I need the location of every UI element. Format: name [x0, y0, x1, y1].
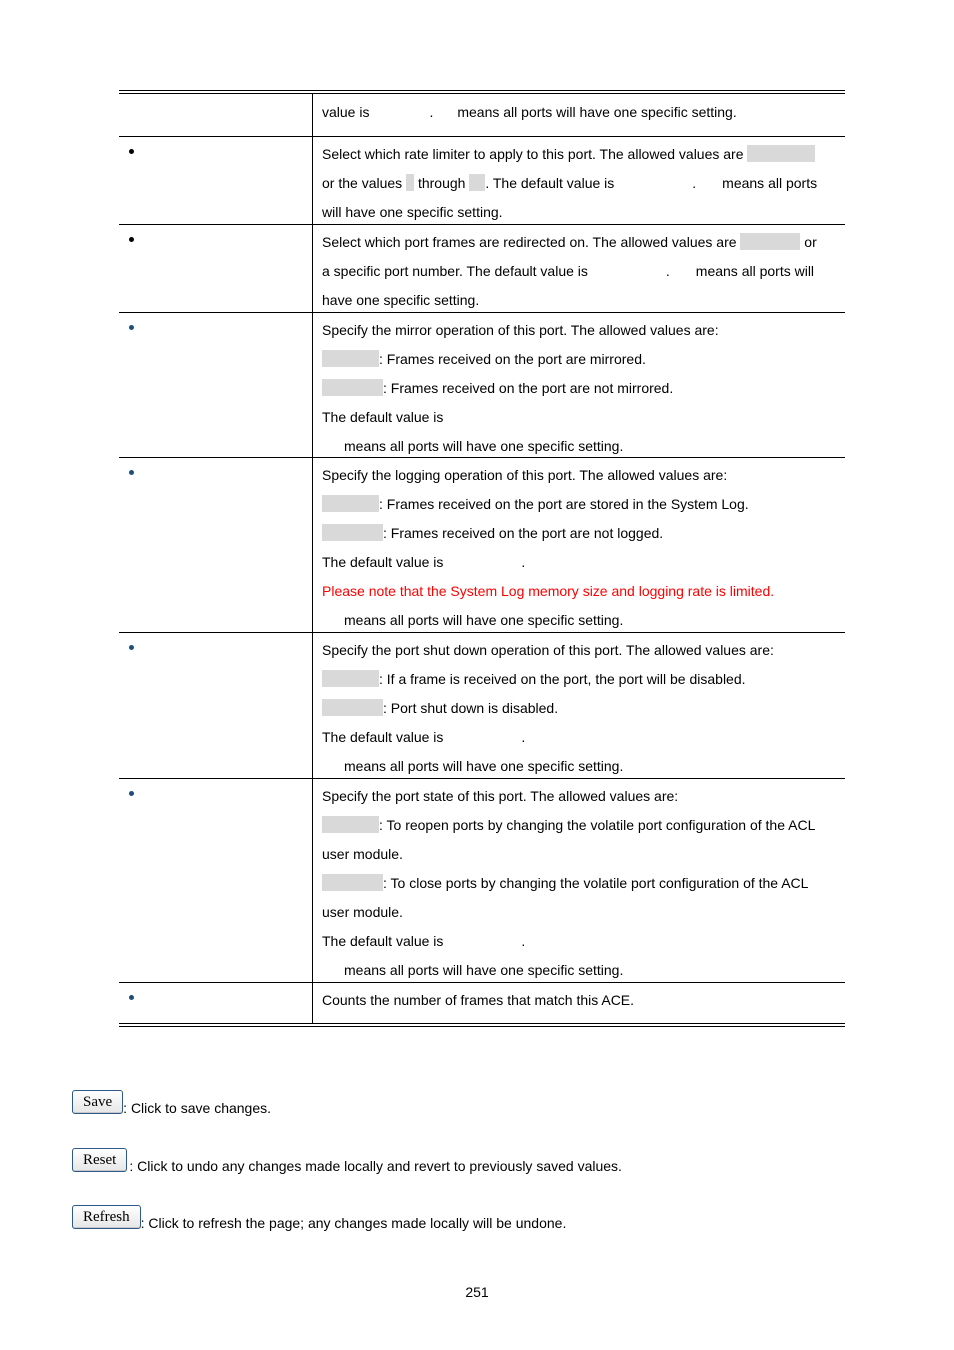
warning-note: Please note that the System Log memory s… — [322, 583, 775, 599]
page-number: 251 — [465, 1284, 489, 1300]
table-row: Specify the port state of this port. The… — [119, 779, 845, 983]
description-text: : Port shut down is disabled. — [383, 700, 559, 716]
description-cell: Select which port frames are redirected … — [313, 225, 845, 312]
description-text: : To close ports by changing the volatil… — [383, 875, 809, 891]
parameter-cell — [119, 225, 313, 312]
table-row: Specify the mirror operation of this por… — [119, 313, 845, 458]
description-text: The default value is — [322, 409, 444, 425]
description-text: have one specific setting. — [322, 292, 480, 308]
value-placeholder — [406, 174, 415, 191]
description-text: means all ports will have one specific s… — [344, 962, 624, 978]
reset-button-description: : Click to undo any changes made locally… — [129, 1158, 622, 1174]
bullet-icon — [129, 645, 134, 650]
description-text: means all ports will have one specific s… — [344, 758, 624, 774]
description-text: : Frames received on the port are not mi… — [383, 380, 674, 396]
description-text: Specify the mirror operation of this por… — [322, 322, 719, 338]
description-text: through — [417, 175, 466, 191]
reset-button[interactable]: Reset — [72, 1148, 128, 1172]
table-row: Specify the logging operation of this po… — [119, 458, 845, 633]
value-placeholder — [322, 670, 379, 687]
description-cell: Specify the mirror operation of this por… — [313, 313, 845, 457]
bullet-icon — [129, 791, 134, 796]
value-placeholder — [322, 495, 379, 512]
description-text: value is — [322, 104, 370, 120]
description-text: means all ports will have one specific s… — [344, 612, 624, 628]
description-text: user module. — [322, 846, 403, 862]
description-text: Specify the logging operation of this po… — [322, 467, 728, 483]
save-button[interactable]: Save — [72, 1090, 124, 1114]
value-placeholder — [322, 816, 379, 833]
description-text: . — [429, 104, 434, 120]
parameter-cell — [119, 137, 313, 224]
description-text: means all ports will have one specific s… — [344, 438, 624, 454]
bullet-icon — [129, 325, 134, 330]
parameter-cell — [119, 313, 313, 457]
description-cell: value is. means all ports will have one s… — [313, 94, 845, 136]
parameter-cell — [119, 94, 313, 136]
refresh-button-description: : Click to refresh the page; any changes… — [140, 1215, 567, 1231]
description-text: Counts the number of frames that match t… — [322, 992, 635, 1008]
save-button-description: : Click to save changes. — [123, 1100, 272, 1116]
bullet-icon — [129, 995, 134, 1000]
description-text: or — [804, 234, 817, 250]
description-text: user module. — [322, 904, 403, 920]
description-text: Select which port frames are redirected … — [322, 234, 737, 250]
description-text: . — [521, 554, 526, 570]
description-text: The default value is — [322, 933, 444, 949]
description-text: Specify the port state of this port. The… — [322, 788, 679, 804]
description-text: : Frames received on the port are stored… — [379, 496, 749, 512]
value-placeholder — [322, 699, 383, 716]
description-text: : Frames received on the port are not lo… — [383, 525, 664, 541]
description-text: means all ports will have one specific s… — [457, 104, 737, 120]
table-row: Specify the port shut down operation of … — [119, 633, 845, 779]
description-text: . — [521, 729, 526, 745]
table-row: Select which port frames are redirected … — [119, 225, 845, 313]
reset-button-row: Reset : Click to undo any changes made l… — [72, 1148, 622, 1174]
description-text: . — [692, 175, 697, 191]
table-row: Select which rate limiter to apply to th… — [119, 137, 845, 225]
description-text: : If a frame is received on the port, th… — [379, 671, 746, 687]
refresh-button[interactable]: Refresh — [72, 1205, 141, 1229]
description-text: . — [521, 933, 526, 949]
parameter-table: value is. means all ports will have one s… — [119, 90, 845, 1027]
description-cell: Specify the logging operation of this po… — [313, 458, 845, 632]
description-cell: Select which rate limiter to apply to th… — [313, 137, 845, 224]
description-text: : To reopen ports by changing the volati… — [379, 817, 816, 833]
value-placeholder — [322, 379, 383, 396]
description-cell: Specify the port shut down operation of … — [313, 633, 845, 778]
parameter-cell — [119, 633, 313, 778]
refresh-button-row: Refresh : Click to refresh the page; any… — [72, 1205, 567, 1231]
description-text: Select which rate limiter to apply to th… — [322, 146, 744, 162]
table-row: value is. means all ports will have one s… — [119, 94, 845, 137]
description-text: The default value is — [322, 729, 444, 745]
description-text: . — [665, 263, 670, 279]
description-text: will have one specific setting. — [322, 204, 503, 220]
value-placeholder — [747, 145, 816, 162]
value-placeholder — [322, 350, 379, 367]
parameter-cell — [119, 779, 313, 982]
value-placeholder — [740, 233, 801, 250]
description-text: Specify the port shut down operation of … — [322, 642, 774, 658]
description-text: . The default value is — [485, 175, 615, 191]
description-text: : Frames received on the port are mirror… — [379, 351, 646, 367]
parameter-cell — [119, 458, 313, 632]
bullet-icon — [129, 470, 134, 475]
description-text: means all ports will — [695, 263, 815, 279]
description-cell: Specify the port state of this port. The… — [313, 779, 845, 982]
description-text: or the values — [322, 175, 403, 191]
parameter-cell — [119, 983, 313, 1023]
save-button-row: Save : Click to save changes. — [72, 1090, 272, 1116]
description-cell: Counts the number of frames that match t… — [313, 983, 845, 1023]
value-placeholder — [322, 874, 383, 891]
table-row: Counts the number of frames that match t… — [119, 983, 845, 1023]
value-placeholder — [469, 174, 486, 191]
description-text: a specific port number. The default valu… — [322, 263, 588, 279]
description-text: means all ports — [722, 175, 818, 191]
value-placeholder — [322, 524, 383, 541]
bullet-icon — [129, 149, 134, 154]
bullet-icon — [129, 237, 134, 242]
description-text: The default value is — [322, 554, 444, 570]
